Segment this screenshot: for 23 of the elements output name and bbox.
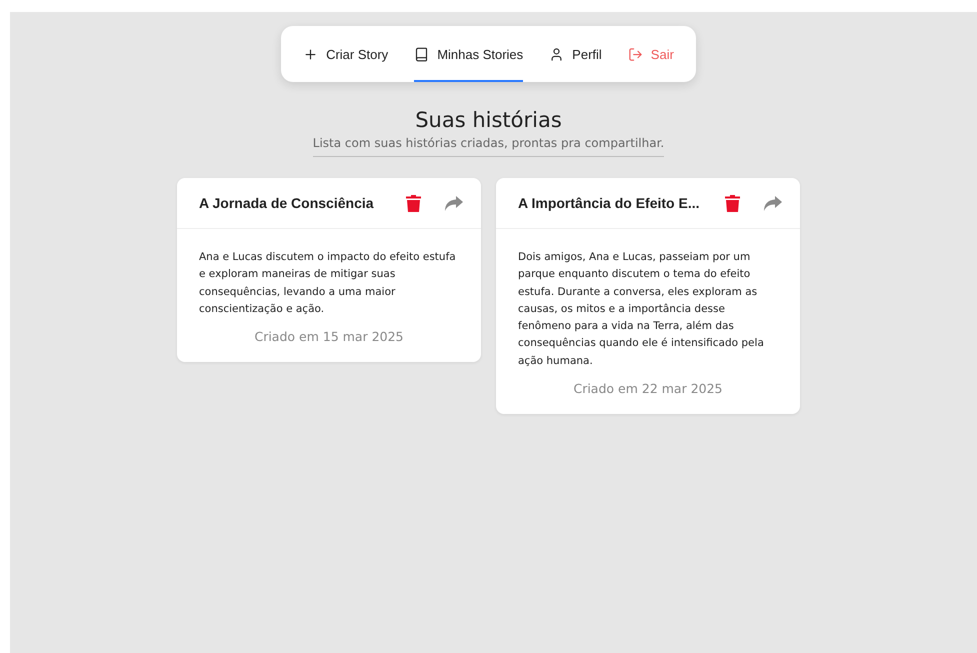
share-arrow-icon bbox=[445, 196, 463, 210]
user-icon bbox=[549, 46, 564, 62]
trash-icon bbox=[406, 194, 421, 212]
share-arrow-icon bbox=[764, 196, 782, 210]
nav-tab[interactable]: Perfil bbox=[549, 26, 602, 82]
story-summary: Dois amigos, Ana e Lucas, passeiam por um parque enquanto discutem o tema do efeito estufa. Durante a conversa, eles exploram as causas, os mitos e a importância desse fenômeno para a vida na Terra, além das consequências quando ele é intensificado pela ação humana. bbox=[518, 250, 765, 369]
created-date: Criado em 22 mar 2025 bbox=[572, 381, 724, 396]
share-button[interactable] bbox=[445, 196, 463, 210]
logout-icon bbox=[628, 46, 643, 62]
story-summary: Ana e Lucas discutem o impacto do efeito estufa e exploram maneiras de mitigar suas consequências, levando a uma maior conscientização e ação. bbox=[199, 250, 457, 317]
page-subtitle: Lista com suas histórias criadas, prontas pra compartilhar. bbox=[312, 136, 664, 157]
delete-button[interactable] bbox=[725, 194, 740, 212]
share-button[interactable] bbox=[764, 196, 782, 210]
story-title: A Importância do Efeito E... bbox=[518, 195, 701, 211]
page-title: Suas histórias bbox=[415, 108, 562, 132]
nav-tab[interactable]: Minhas Stories bbox=[414, 26, 524, 82]
book-icon bbox=[414, 46, 430, 62]
trash-icon bbox=[725, 194, 740, 212]
created-date: Criado em 15 mar 2025 bbox=[253, 329, 405, 344]
plus-icon bbox=[303, 46, 318, 62]
story-title: A Jornada de Consciência bbox=[199, 195, 375, 211]
nav-tab[interactable]: Criar Story bbox=[303, 26, 388, 82]
delete-button[interactable] bbox=[406, 194, 421, 212]
